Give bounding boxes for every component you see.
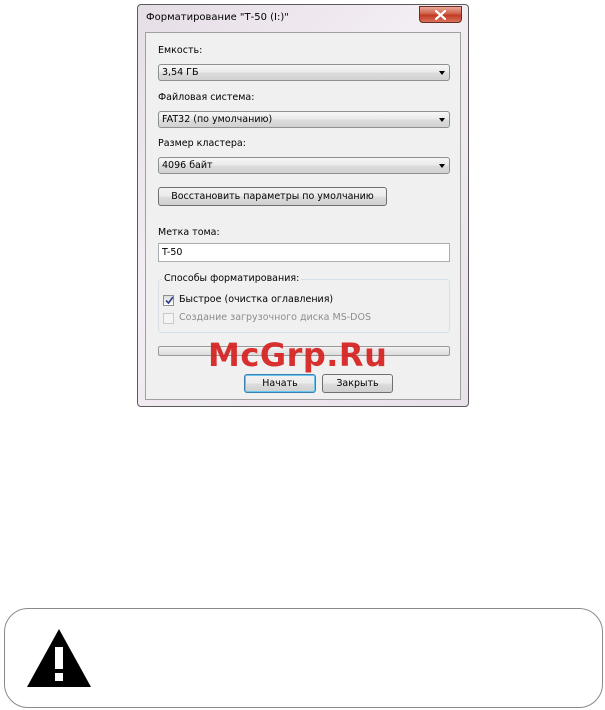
title-bar[interactable]: Форматирование "Т-50 (I:)" <box>138 5 468 31</box>
chevron-down-icon <box>439 71 445 75</box>
close-button[interactable]: Закрыть <box>322 374 393 393</box>
dialog-title: Форматирование "Т-50 (I:)" <box>146 12 289 23</box>
cluster-size-value: 4096 байт <box>162 160 213 171</box>
close-icon <box>435 10 446 20</box>
quick-format-checkbox[interactable] <box>163 295 174 306</box>
start-button[interactable]: Начать <box>244 374 316 393</box>
cluster-size-select[interactable]: 4096 байт <box>158 157 450 174</box>
chevron-down-icon <box>439 118 445 122</box>
window-close-button[interactable] <box>419 6 462 23</box>
format-options-group <box>158 279 450 333</box>
checkmark-icon <box>165 296 174 305</box>
warning-triangle-icon <box>27 629 91 687</box>
chevron-down-icon <box>439 164 445 168</box>
volume-label-input[interactable] <box>158 243 450 262</box>
restore-defaults-button[interactable]: Восстановить параметры по умолчанию <box>158 187 387 206</box>
filesystem-select[interactable]: FAT32 (по умолчанию) <box>158 111 450 128</box>
filesystem-value: FAT32 (по умолчанию) <box>162 114 273 125</box>
format-options-legend: Способы форматирования: <box>162 273 302 284</box>
cluster-size-label: Размер кластера: <box>158 138 246 149</box>
filesystem-label: Файловая система: <box>158 92 255 103</box>
watermark: McGrp.Ru <box>208 336 388 374</box>
msdos-boot-label: Создание загрузочного диска MS-DOS <box>179 312 371 323</box>
warning-box <box>4 608 603 708</box>
msdos-boot-checkbox[interactable] <box>163 313 174 324</box>
capacity-label: Емкость: <box>158 45 203 56</box>
volume-label-label: Метка тома: <box>158 227 220 238</box>
capacity-value: 3,54 ГБ <box>162 67 199 78</box>
quick-format-label: Быстрое (очистка оглавления) <box>179 294 334 305</box>
capacity-select[interactable]: 3,54 ГБ <box>158 64 450 81</box>
